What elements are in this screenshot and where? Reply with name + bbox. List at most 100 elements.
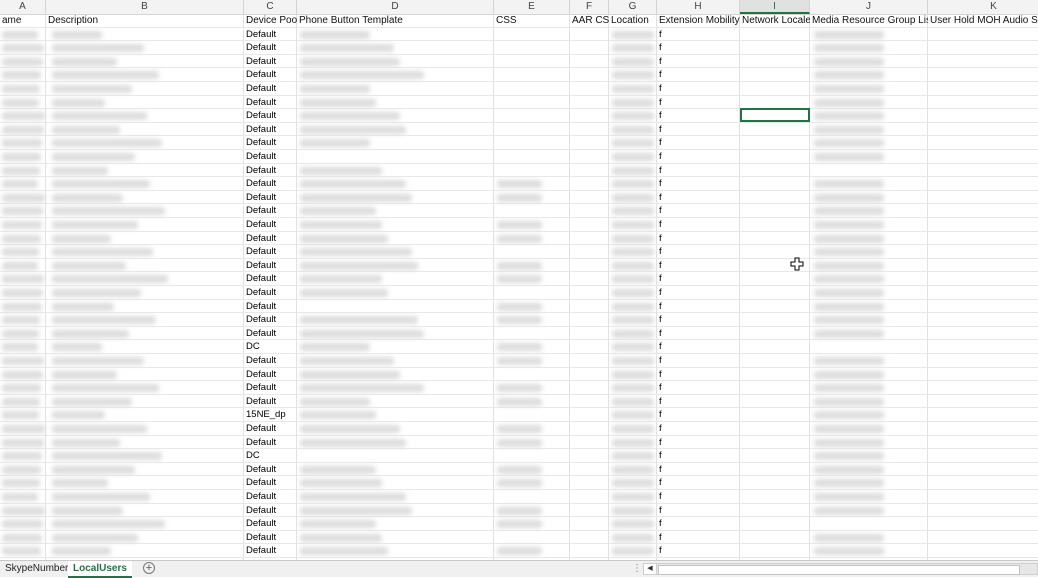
extension-mobility-cell[interactable]: f: [657, 436, 740, 449]
device-pool-cell[interactable]: Default: [244, 136, 297, 149]
header-cell-A[interactable]: ame: [0, 14, 46, 27]
extension-mobility-cell[interactable]: f: [657, 109, 740, 122]
extension-mobility-cell[interactable]: f: [657, 204, 740, 217]
extension-mobility-cell[interactable]: f: [657, 177, 740, 190]
extension-mobility-cell[interactable]: f: [657, 191, 740, 204]
extension-mobility-cell[interactable]: f: [657, 422, 740, 435]
device-pool-cell[interactable]: Default: [244, 354, 297, 367]
header-cell-H[interactable]: Extension Mobility: [657, 14, 740, 27]
column-letter-E[interactable]: E: [494, 0, 570, 14]
extension-mobility-cell[interactable]: f: [657, 368, 740, 381]
device-pool-cell[interactable]: Default: [244, 177, 297, 190]
extension-mobility-cell[interactable]: f: [657, 41, 740, 54]
extension-mobility-cell[interactable]: f: [657, 327, 740, 340]
column-letter-G[interactable]: G: [609, 0, 657, 14]
extension-mobility-cell[interactable]: f: [657, 150, 740, 163]
device-pool-cell[interactable]: Default: [244, 327, 297, 340]
extension-mobility-cell[interactable]: f: [657, 544, 740, 557]
device-pool-cell[interactable]: Default: [244, 204, 297, 217]
extension-mobility-cell[interactable]: f: [657, 259, 740, 272]
column-letter-B[interactable]: B: [46, 0, 244, 14]
column-letter-J[interactable]: J: [810, 0, 928, 14]
extension-mobility-cell[interactable]: f: [657, 272, 740, 285]
device-pool-cell[interactable]: 15NE_dp: [244, 408, 297, 421]
device-pool-cell[interactable]: Default: [244, 68, 297, 81]
extension-mobility-cell[interactable]: f: [657, 490, 740, 503]
device-pool-cell[interactable]: Default: [244, 232, 297, 245]
device-pool-cell[interactable]: Default: [244, 272, 297, 285]
device-pool-cell[interactable]: Default: [244, 544, 297, 557]
extension-mobility-cell[interactable]: f: [657, 68, 740, 81]
selected-cell-I[interactable]: [740, 108, 810, 122]
device-pool-cell[interactable]: Default: [244, 368, 297, 381]
sheet-tab-skypenumbers[interactable]: SkypeNumbers: [0, 561, 78, 576]
extension-mobility-cell[interactable]: f: [657, 449, 740, 462]
horizontal-scrollbar[interactable]: ◀: [643, 563, 1038, 575]
header-cell-F[interactable]: AAR CSS: [570, 14, 609, 27]
device-pool-cell[interactable]: Default: [244, 109, 297, 122]
extension-mobility-cell[interactable]: f: [657, 232, 740, 245]
extension-mobility-cell[interactable]: f: [657, 300, 740, 313]
device-pool-cell[interactable]: DC: [244, 340, 297, 353]
column-letter-A[interactable]: A: [0, 0, 46, 14]
extension-mobility-cell[interactable]: f: [657, 286, 740, 299]
extension-mobility-cell[interactable]: f: [657, 354, 740, 367]
extension-mobility-cell[interactable]: f: [657, 218, 740, 231]
device-pool-cell[interactable]: Default: [244, 164, 297, 177]
column-letter-C[interactable]: C: [244, 0, 297, 14]
scrollbar-thumb[interactable]: [658, 565, 1020, 575]
header-cell-K[interactable]: User Hold MOH Audio So: [928, 14, 1038, 27]
device-pool-cell[interactable]: Default: [244, 123, 297, 136]
header-cell-G[interactable]: Location: [609, 14, 657, 27]
header-cell-C[interactable]: Device Pool: [244, 14, 297, 27]
device-pool-cell[interactable]: Default: [244, 28, 297, 41]
device-pool-cell[interactable]: Default: [244, 191, 297, 204]
header-cell-E[interactable]: CSS: [494, 14, 570, 27]
extension-mobility-cell[interactable]: f: [657, 408, 740, 421]
column-letter-H[interactable]: H: [657, 0, 740, 14]
extension-mobility-cell[interactable]: f: [657, 531, 740, 544]
device-pool-cell[interactable]: Default: [244, 531, 297, 544]
spreadsheet-grid[interactable]: ABCDEFGHIJK ame Description Device Pool Pho…: [0, 0, 1038, 560]
header-cell-I[interactable]: Network Locale: [740, 14, 810, 27]
extension-mobility-cell[interactable]: f: [657, 96, 740, 109]
extension-mobility-cell[interactable]: f: [657, 123, 740, 136]
device-pool-cell[interactable]: DC: [244, 449, 297, 462]
device-pool-cell[interactable]: Default: [244, 476, 297, 489]
extension-mobility-cell[interactable]: f: [657, 476, 740, 489]
device-pool-cell[interactable]: Default: [244, 490, 297, 503]
extension-mobility-cell[interactable]: f: [657, 82, 740, 95]
extension-mobility-cell[interactable]: f: [657, 136, 740, 149]
extension-mobility-cell[interactable]: f: [657, 245, 740, 258]
device-pool-cell[interactable]: Default: [244, 286, 297, 299]
add-sheet-button[interactable]: +: [143, 562, 155, 574]
extension-mobility-cell[interactable]: f: [657, 463, 740, 476]
sheet-tab-localusers[interactable]: LocalUsers: [68, 561, 132, 578]
column-letter-D[interactable]: D: [297, 0, 494, 14]
device-pool-cell[interactable]: Default: [244, 96, 297, 109]
device-pool-cell[interactable]: Default: [244, 259, 297, 272]
extension-mobility-cell[interactable]: f: [657, 55, 740, 68]
column-letter-F[interactable]: F: [570, 0, 609, 14]
extension-mobility-cell[interactable]: f: [657, 164, 740, 177]
header-cell-J[interactable]: Media Resource Group List: [810, 14, 928, 27]
column-letter-I[interactable]: I: [740, 0, 810, 14]
device-pool-cell[interactable]: Default: [244, 150, 297, 163]
device-pool-cell[interactable]: Default: [244, 245, 297, 258]
device-pool-cell[interactable]: Default: [244, 436, 297, 449]
scroll-left-arrow-icon[interactable]: ◀: [644, 564, 657, 574]
header-cell-D[interactable]: Phone Button Template: [297, 14, 494, 27]
device-pool-cell[interactable]: Default: [244, 41, 297, 54]
extension-mobility-cell[interactable]: f: [657, 340, 740, 353]
header-cell-B[interactable]: Description: [46, 14, 244, 27]
device-pool-cell[interactable]: Default: [244, 300, 297, 313]
device-pool-cell[interactable]: Default: [244, 313, 297, 326]
extension-mobility-cell[interactable]: f: [657, 381, 740, 394]
extension-mobility-cell[interactable]: f: [657, 504, 740, 517]
device-pool-cell[interactable]: Default: [244, 218, 297, 231]
device-pool-cell[interactable]: Default: [244, 463, 297, 476]
device-pool-cell[interactable]: Default: [244, 55, 297, 68]
device-pool-cell[interactable]: Default: [244, 504, 297, 517]
extension-mobility-cell[interactable]: f: [657, 395, 740, 408]
device-pool-cell[interactable]: Default: [244, 82, 297, 95]
